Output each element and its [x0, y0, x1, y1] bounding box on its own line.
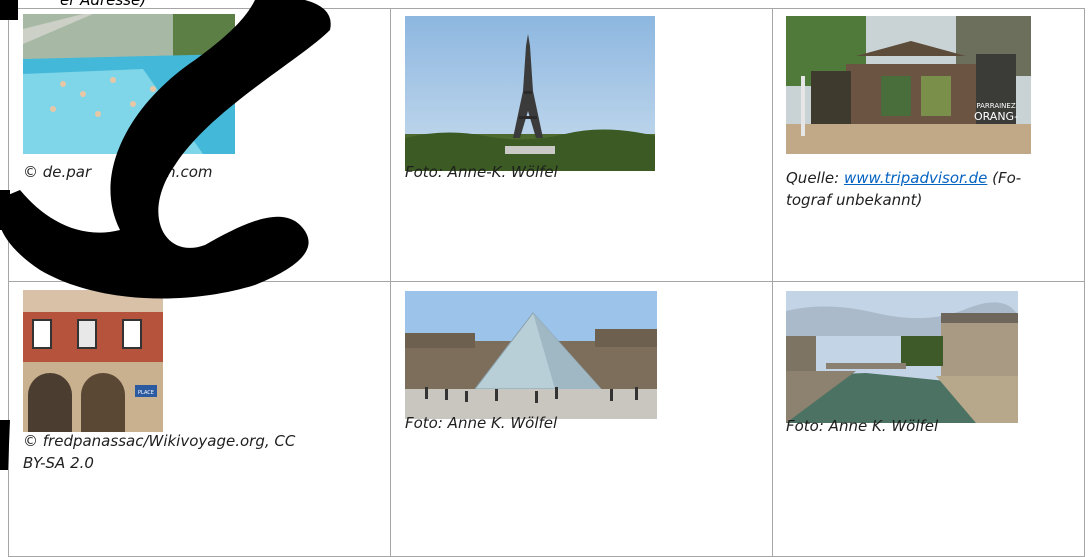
image-table: © de.par n.com Foto: Anne-K. Wölfel PARR…: [8, 8, 1085, 557]
pool-photo: [23, 14, 235, 154]
zoo-caption: Quelle: www.tripadvisor.de (Fo- tograf u…: [786, 169, 1022, 209]
louvre-pyramid-photo: [405, 291, 657, 419]
table-row: © de.par n.com Foto: Anne-K. Wölfel PARR…: [8, 8, 1085, 282]
table-row: PLACE © fredpanassac/Wikivoyage.org, CC …: [8, 281, 1085, 557]
place-caption: © fredpanassac/Wikivoyage.org, CC BY-SA …: [23, 432, 296, 472]
eiffel-caption: Foto: Anne-K. Wölfel: [405, 163, 558, 181]
poster-text-1: PARRAINEZ: [976, 102, 1016, 110]
eiffel-tower-photo: [405, 16, 655, 171]
seine-quay-photo: [786, 291, 1018, 423]
tripadvisor-link[interactable]: www.tripadvisor.de: [844, 169, 987, 187]
table-cell-place: PLACE © fredpanassac/Wikivoyage.org, CC …: [8, 281, 391, 557]
seine-caption: Foto: Anne K. Wölfel: [786, 417, 939, 435]
arcade-building-photo: PLACE: [23, 290, 163, 432]
table-cell-eiffel: Foto: Anne-K. Wölfel: [390, 8, 773, 282]
table-cell-seine: Foto: Anne K. Wölfel: [772, 281, 1085, 557]
table-cell-louvre: Foto: Anne K. Wölfel: [390, 281, 773, 557]
street-sign-text: PLACE: [138, 390, 154, 396]
partial-heading-text: er Adresse): [60, 0, 147, 9]
table-cell-zoo: PARRAINEZ ORANG- OUTAN Quelle: www.tripa…: [772, 8, 1085, 282]
louvre-caption: Foto: Anne K. Wölfel: [405, 414, 558, 432]
zoo-entrance-photo: PARRAINEZ ORANG- OUTAN: [786, 16, 1031, 154]
table-cell-pool: © de.par n.com: [8, 8, 391, 282]
pool-caption: © de.par n.com: [23, 163, 213, 181]
